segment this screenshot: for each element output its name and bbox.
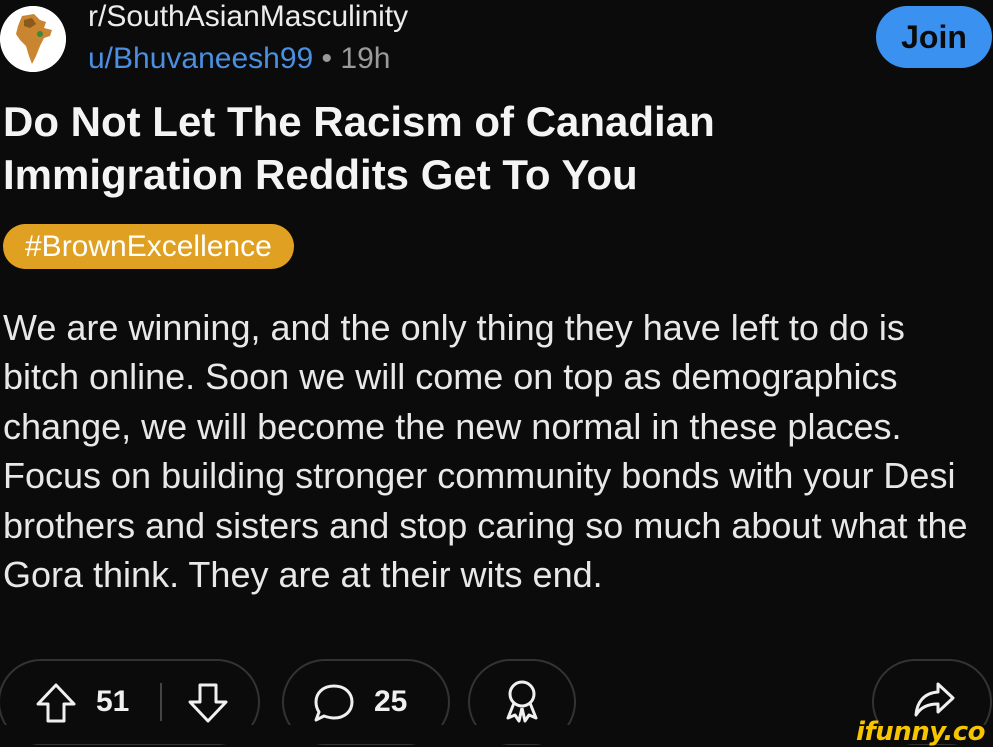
join-button[interactable]: Join <box>876 6 992 68</box>
arrow-down-icon[interactable] <box>186 682 230 724</box>
vote-divider <box>160 683 162 721</box>
post-meta: u/Bhuvaneesh99 • 19h <box>88 42 390 76</box>
upvote-count: 51 <box>96 685 130 718</box>
author-username[interactable]: u/Bhuvaneesh99 <box>88 42 313 75</box>
meta-separator: • <box>321 42 333 75</box>
speech-bubble-icon <box>314 684 354 722</box>
post-flair[interactable]: #BrownExcellence <box>3 224 294 269</box>
post-timestamp: 19h <box>340 42 391 75</box>
comment-count: 25 <box>374 685 408 718</box>
subreddit-name[interactable]: r/SouthAsianMasculinity <box>88 0 408 34</box>
bottom-bar <box>0 725 993 744</box>
arrow-up-icon[interactable] <box>34 682 78 724</box>
award-ribbon-icon <box>506 680 538 723</box>
post-body: We are winning, and the only thing they … <box>3 307 968 596</box>
post-title: Do Not Let The Racism of Canadian Immigr… <box>3 98 715 198</box>
share-arrow-icon <box>914 682 955 717</box>
subreddit-avatar-icon[interactable] <box>0 6 66 72</box>
ifunny-watermark: ifunny.co <box>856 717 985 747</box>
